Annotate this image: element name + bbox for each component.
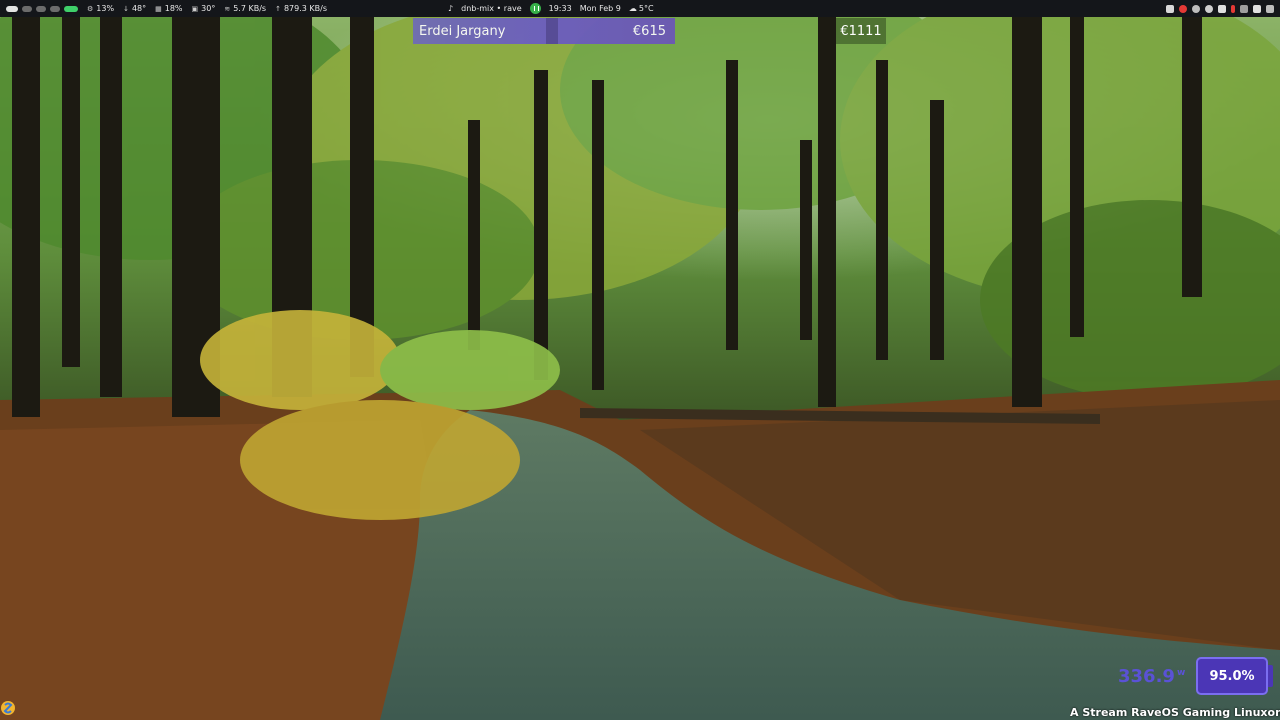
temperature-stat[interactable]: ↓ 48°: [123, 4, 146, 13]
weather-icon: ☁: [628, 4, 637, 13]
power-draw-readout: 336.9 w: [1118, 666, 1185, 687]
network-up-stat[interactable]: ↑ 879.3 KB/s: [275, 4, 327, 13]
network-down-value: 5.7 KB/s: [233, 4, 267, 13]
cpu-stat[interactable]: ⚙ 13%: [87, 4, 114, 13]
weather-value[interactable]: 5°C: [639, 4, 654, 13]
memory-icon: ▦: [155, 4, 162, 13]
upload-icon: ↑: [275, 4, 281, 13]
power-icon[interactable]: [1266, 4, 1274, 13]
record-icon[interactable]: [1179, 4, 1187, 13]
wifi-icon: ≋: [224, 4, 231, 13]
workspace-2[interactable]: [22, 5, 32, 12]
media-clock-center: ♪ dnb-mix • rave 19:33 Mon Feb 9 ☁ 5°C: [448, 0, 654, 17]
system-tray: [1166, 0, 1274, 17]
clock-date[interactable]: Mon Feb 9: [580, 4, 621, 13]
network-down-stat[interactable]: ≋ 5.7 KB/s: [224, 4, 266, 13]
pause-icon[interactable]: [529, 3, 541, 14]
memory-value: 18%: [164, 4, 183, 13]
workspace-4[interactable]: [50, 5, 60, 12]
power-value: 336.9: [1118, 666, 1175, 687]
temperature-value: 48°: [131, 4, 147, 13]
music-icon: ♪: [448, 4, 454, 13]
now-playing-label[interactable]: dnb-mix • rave: [461, 4, 522, 13]
donor-amount: €615: [632, 23, 666, 39]
cpu-value: 13%: [96, 4, 115, 13]
volume-icon[interactable]: [1240, 4, 1248, 13]
percent-badge: 95.0%: [1196, 657, 1268, 695]
stream-ticker: A Stream RaveOS Gaming Linuxon fut: [1070, 706, 1280, 719]
tray-app-icon[interactable]: [1166, 4, 1174, 13]
forest-stream-background: [0, 0, 1280, 720]
percent-badge-tab: [1268, 665, 1273, 687]
bluetooth-icon[interactable]: [1218, 4, 1226, 13]
disk-icon: ▣: [191, 4, 199, 13]
network-up-value: 879.3 KB/s: [283, 4, 328, 13]
temperature-icon: ↓: [123, 4, 129, 13]
steam-icon[interactable]: [1205, 4, 1213, 13]
top-status-bar: ⚙ 13% ↓ 48° ▦ 18% ▣ 30° ≋ 5.7 KB/s ↑ 879…: [0, 0, 1280, 17]
memory-stat[interactable]: ▦ 18%: [155, 4, 182, 13]
clock-time[interactable]: 19:33: [549, 4, 572, 13]
power-unit: w: [1176, 668, 1186, 678]
workspace-5[interactable]: [64, 5, 78, 12]
cpu-icon: ⚙: [87, 4, 94, 13]
obs-icon[interactable]: [1192, 4, 1200, 13]
microphone-icon[interactable]: [1231, 4, 1235, 13]
disk-stat[interactable]: ▣ 30°: [192, 4, 216, 13]
disk-value: 30°: [201, 4, 216, 13]
donation-bar-divider: [546, 18, 558, 44]
donor-name: Erdei Jargany: [419, 23, 506, 39]
workspace-indicators: [0, 0, 78, 17]
corner-logo-icon: [1, 701, 15, 715]
workspace-1[interactable]: [6, 5, 18, 12]
network-icon[interactable]: [1253, 4, 1261, 13]
donation-goal: €1111: [836, 18, 886, 44]
workspace-3[interactable]: [36, 5, 46, 12]
latest-donation-bar: Erdei Jargany €615: [413, 18, 675, 44]
